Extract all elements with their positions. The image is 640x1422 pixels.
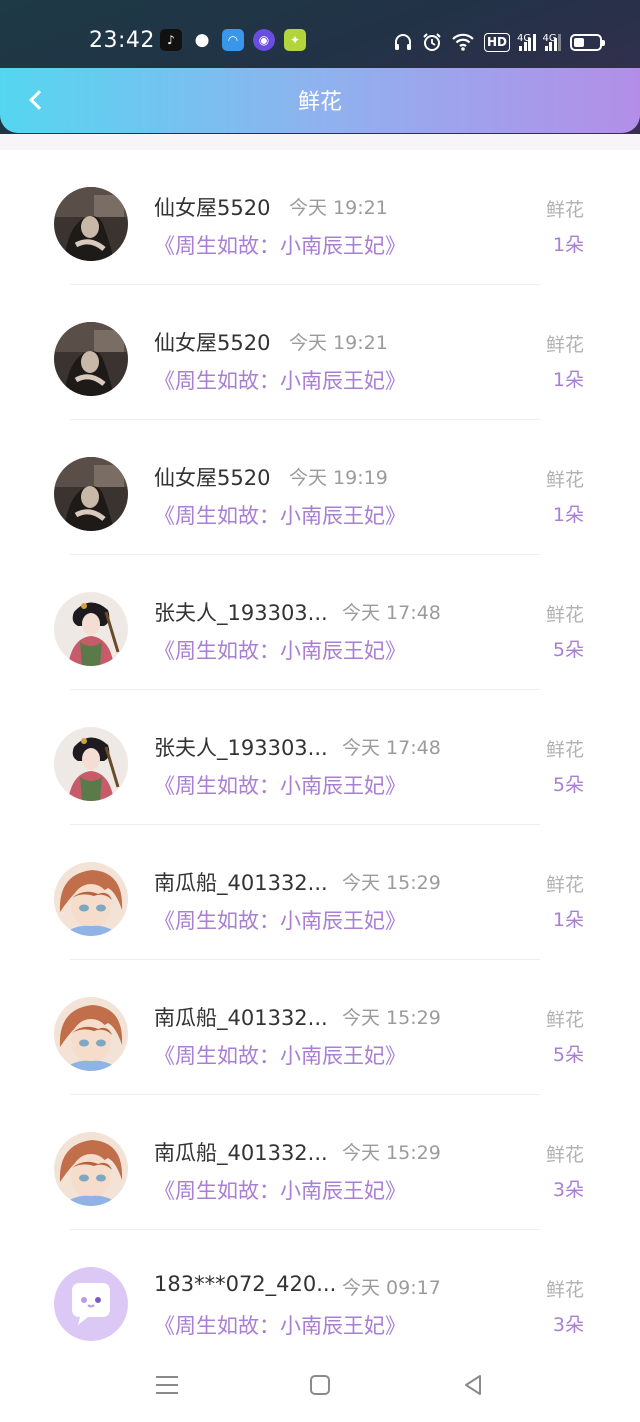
app-header: 鲜花 [0, 68, 640, 133]
avatar[interactable] [54, 1132, 128, 1206]
gift-record-row[interactable]: 仙女屋5520 今天 19:21 《周生如故：小南辰王妃》 鲜花 1朵 [0, 150, 640, 285]
book-title[interactable]: 《周生如故：小南辰王妃》 [154, 365, 406, 395]
signal-4g-icon: 4G [517, 33, 536, 51]
user-name: 张夫人_193303... [154, 601, 328, 625]
avatar[interactable] [54, 862, 128, 936]
gift-count: 3朵 [552, 1179, 584, 1201]
gift-time: 今天 15:29 [342, 1142, 441, 1164]
user-name: 仙女屋5520 [154, 196, 271, 220]
user-name: 仙女屋5520 [154, 331, 271, 355]
gift-record-row[interactable]: 张夫人_193303... 今天 17:48 《周生如故：小南辰王妃》 鲜花 5朵 [0, 555, 640, 690]
book-title[interactable]: 《周生如故：小南辰王妃》 [154, 1040, 406, 1070]
browser-icon: ◠ [222, 29, 244, 51]
gift-count: 1朵 [552, 369, 584, 391]
avatar[interactable] [54, 457, 128, 531]
wechat-icon: ● [194, 30, 210, 50]
gift-time: 今天 09:17 [342, 1277, 441, 1299]
gift-type-label: 鲜花 [545, 1009, 584, 1031]
book-title[interactable]: 《周生如故：小南辰王妃》 [154, 770, 406, 800]
book-title[interactable]: 《周生如故：小南辰王妃》 [154, 230, 406, 260]
gift-record-row[interactable]: 南瓜船_401332... 今天 15:29 《周生如故：小南辰王妃》 鲜花 3朵 [0, 1095, 640, 1230]
gift-count: 3朵 [552, 1314, 584, 1336]
book-title[interactable]: 《周生如故：小南辰王妃》 [154, 1175, 406, 1205]
gift-type-label: 鲜花 [545, 739, 584, 761]
gift-time: 今天 17:48 [342, 737, 441, 759]
book-title[interactable]: 《周生如故：小南辰王妃》 [154, 1310, 406, 1340]
gift-record-row[interactable]: 南瓜船_401332... 今天 15:29 《周生如故：小南辰王妃》 鲜花 5朵 [0, 960, 640, 1095]
system-nav-bar [0, 1352, 640, 1422]
notification-app-icons: ♪ ● ◠ ◉ ✦ [160, 29, 306, 51]
avatar[interactable] [54, 592, 128, 666]
menu-icon[interactable] [150, 1370, 184, 1400]
home-icon[interactable] [303, 1370, 337, 1400]
gift-type-label: 鲜花 [545, 874, 584, 896]
user-name: 183***072_420... [154, 1272, 337, 1296]
gift-type-label: 鲜花 [545, 469, 584, 491]
gift-time: 今天 15:29 [342, 1007, 441, 1029]
gift-count: 1朵 [552, 504, 584, 526]
battery-icon [570, 30, 605, 54]
system-status-icons: HD 4G 4G [393, 30, 605, 54]
alarm-icon [422, 30, 442, 54]
gift-time: 今天 19:21 [289, 197, 388, 219]
gift-time: 今天 15:29 [342, 872, 441, 894]
user-name: 南瓜船_401332... [154, 871, 328, 895]
gift-count: 1朵 [552, 909, 584, 931]
status-row: 23:42 ♪ ● ◠ ◉ ✦ HD 4G 4G [0, 26, 640, 60]
page-title: 鲜花 [297, 90, 342, 115]
hd-icon: HD [483, 32, 510, 52]
gift-record-row[interactable]: 张夫人_193303... 今天 17:48 《周生如故：小南辰王妃》 鲜花 5朵 [0, 690, 640, 825]
back-triangle-icon[interactable] [456, 1370, 490, 1400]
book-title[interactable]: 《周生如故：小南辰王妃》 [154, 905, 406, 935]
gift-record-row[interactable]: 183***072_420... 今天 09:17 《周生如故：小南辰王妃》 鲜花 3朵 [0, 1230, 640, 1365]
header-spacer [0, 134, 640, 150]
gift-record-row[interactable]: 南瓜船_401332... 今天 15:29 《周生如故：小南辰王妃》 鲜花 1朵 [0, 825, 640, 960]
headphones-icon [393, 30, 413, 54]
avatar[interactable] [54, 1267, 128, 1341]
music-icon: ◉ [253, 29, 275, 51]
status-time: 23:42 [89, 28, 155, 53]
user-name: 南瓜船_401332... [154, 1006, 328, 1030]
gift-type-label: 鲜花 [545, 334, 584, 356]
avatar[interactable] [54, 322, 128, 396]
user-name: 南瓜船_401332... [154, 1141, 328, 1165]
gift-count: 5朵 [552, 774, 584, 796]
signal-4g-icon: 4G [543, 33, 561, 51]
user-name: 仙女屋5520 [154, 466, 271, 490]
user-name: 张夫人_193303... [154, 736, 328, 760]
wifi-icon [451, 30, 475, 54]
gift-type-label: 鲜花 [545, 1144, 584, 1166]
gift-record-list: 仙女屋5520 今天 19:21 《周生如故：小南辰王妃》 鲜花 1朵 仙女屋5520 今天… [0, 150, 640, 1365]
gift-type-label: 鲜花 [545, 199, 584, 221]
gift-time: 今天 19:21 [289, 332, 388, 354]
game-icon: ✦ [284, 29, 306, 51]
book-title[interactable]: 《周生如故：小南辰王妃》 [154, 500, 406, 530]
gift-type-label: 鲜花 [545, 1279, 584, 1301]
gift-record-row[interactable]: 仙女屋5520 今天 19:21 《周生如故：小南辰王妃》 鲜花 1朵 [0, 285, 640, 420]
gift-time: 今天 19:19 [289, 467, 388, 489]
gift-time: 今天 17:48 [342, 602, 441, 624]
tiktok-icon: ♪ [160, 29, 182, 51]
gift-count: 5朵 [552, 1044, 584, 1066]
gift-record-row[interactable]: 仙女屋5520 今天 19:19 《周生如故：小南辰王妃》 鲜花 1朵 [0, 420, 640, 555]
gift-count: 1朵 [552, 234, 584, 256]
gift-count: 5朵 [552, 639, 584, 661]
avatar[interactable] [54, 997, 128, 1071]
avatar[interactable] [54, 187, 128, 261]
book-title[interactable]: 《周生如故：小南辰王妃》 [154, 635, 406, 665]
gift-type-label: 鲜花 [545, 604, 584, 626]
avatar[interactable] [54, 727, 128, 801]
